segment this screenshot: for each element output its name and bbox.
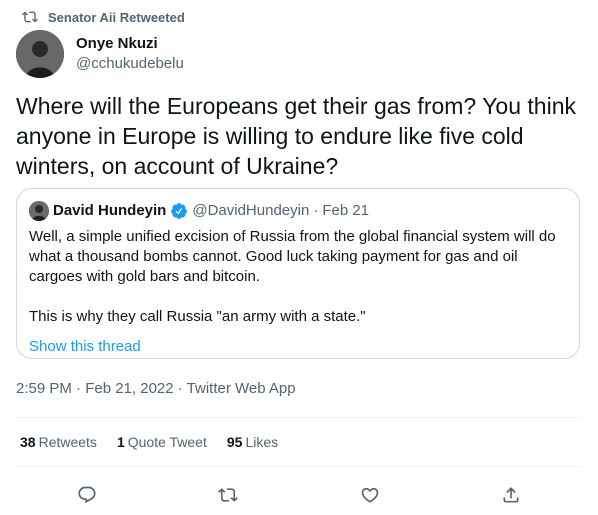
reply-button[interactable] bbox=[70, 478, 104, 512]
share-icon bbox=[503, 487, 519, 503]
show-thread-link[interactable]: Show this thread bbox=[29, 337, 567, 357]
like-button[interactable] bbox=[353, 478, 387, 512]
quote-tweets-stat[interactable]: 1 Quote Tweet bbox=[117, 434, 207, 450]
author-display-name[interactable]: Onye Nkuzi bbox=[76, 34, 184, 54]
tweet-text: Where will the Europeans get their gas f… bbox=[16, 93, 576, 179]
engagement-stats: 38 Retweets 1 Quote Tweet 95 Likes bbox=[20, 434, 278, 450]
quoted-handle: @DavidHundeyin bbox=[192, 202, 310, 219]
action-bar bbox=[16, 478, 582, 512]
retweets-label: Retweets bbox=[38, 434, 97, 450]
quoted-display-name: David Hundeyin bbox=[53, 202, 167, 219]
verified-badge-icon bbox=[171, 203, 188, 219]
retweeted-by-label[interactable]: Senator Aii Retweeted bbox=[48, 10, 185, 25]
heart-icon bbox=[361, 487, 379, 503]
share-button[interactable] bbox=[494, 478, 528, 512]
quoted-tweet[interactable]: David Hundeyin @DavidHundeyin · Feb 21 W… bbox=[16, 188, 580, 359]
likes-stat[interactable]: 95 Likes bbox=[227, 434, 278, 450]
quotes-count: 1 bbox=[116, 434, 125, 450]
quoted-avatar[interactable] bbox=[29, 201, 49, 221]
reply-icon bbox=[78, 486, 96, 504]
likes-count: 95 bbox=[226, 434, 243, 450]
retweet-button[interactable] bbox=[211, 478, 245, 512]
quoted-separator: · bbox=[313, 202, 319, 219]
quotes-label: Quote Tweet bbox=[127, 434, 207, 450]
retweet-icon bbox=[218, 488, 239, 502]
tweet-author[interactable]: Onye Nkuzi @cchukudebelu bbox=[16, 30, 184, 78]
retweet-context[interactable]: Senator Aii Retweeted bbox=[22, 9, 185, 25]
divider bbox=[16, 466, 582, 467]
likes-label: Likes bbox=[245, 434, 279, 450]
tweet-timestamp[interactable]: 2:59 PM · Feb 21, 2022 · Twitter Web App bbox=[16, 380, 296, 397]
divider bbox=[16, 417, 582, 418]
retweets-stat[interactable]: 38 Retweets bbox=[20, 434, 97, 450]
quoted-date[interactable]: Feb 21 bbox=[322, 201, 369, 221]
avatar[interactable] bbox=[16, 30, 64, 78]
retweet-icon bbox=[22, 11, 38, 23]
author-handle[interactable]: @cchukudebelu bbox=[76, 54, 184, 74]
quoted-text: Well, a simple unified excision of Russi… bbox=[29, 228, 556, 325]
retweets-count: 38 bbox=[20, 434, 36, 450]
